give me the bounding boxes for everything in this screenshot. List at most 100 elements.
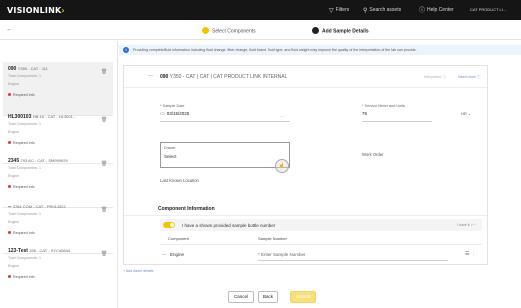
service-meter-input[interactable]: 75 <box>362 111 367 116</box>
filters-label: Filters <box>335 7 350 13</box>
service-meter-underline <box>362 121 432 122</box>
asset-component-type: Engine <box>8 130 20 134</box>
required-dot-icon <box>8 93 11 96</box>
table-header-rule <box>160 244 482 245</box>
asset-subtitle: HB-16 - CAT - HL3001... <box>32 114 77 119</box>
meter-unit-value: HR <box>461 111 467 116</box>
add-asset-details-link[interactable]: + Add Asset details <box>123 269 153 273</box>
required-dot-icon <box>8 275 11 278</box>
account-label: CAT PRODUCT LI... <box>470 7 507 12</box>
account-menu[interactable]: CAT PRODUCT LI... <box>470 7 506 13</box>
delete-icon[interactable]: 🗑 <box>101 251 107 257</box>
search-label: Search assets <box>369 7 402 13</box>
collapse-icon[interactable]: — <box>148 73 153 79</box>
required-info-badge: Required Info <box>8 93 35 97</box>
row-component-name: Engine <box>170 252 185 257</box>
search-assets-button[interactable]: ⚲ Search assets <box>363 7 401 14</box>
step-label: Select Components <box>212 28 256 35</box>
required-label: Required Info <box>13 275 35 279</box>
asset-subtitle: 793 AC - CAT - SM999929 <box>20 158 68 163</box>
wizard-stepper: ← Select Components Add Sample Details <box>0 20 521 40</box>
meter-unit-select[interactable]: HR ⌄ <box>461 111 471 116</box>
back-button[interactable]: Back <box>258 291 278 303</box>
asset-id: HL300103 <box>8 114 32 120</box>
service-meter-label: * Service Meter and Units <box>362 104 406 108</box>
asset-components-count: Total Components: 1 <box>8 212 41 216</box>
toggle-right-label[interactable]: I have it ✓ ^ <box>457 223 476 227</box>
asset-subtitle: Y350 - CAT - 111 <box>17 66 48 71</box>
step-label: Add Sample Details <box>322 28 369 35</box>
asset-subtitle: 3764 COM - CAT - PR014322 <box>12 204 66 209</box>
toggle-knob <box>170 223 174 227</box>
asset-card-title: 090 Y350 - CAT - 111 <box>8 66 48 72</box>
drawer-select[interactable]: Drawer Select <box>160 142 290 168</box>
required-info-badge: Required Info <box>8 185 35 189</box>
required-info-badge: Required Info <box>8 231 35 235</box>
asset-id: 123-Test <box>8 248 28 254</box>
step-select-components[interactable]: Select Components <box>202 27 256 35</box>
delete-icon[interactable]: 🗑 <box>101 69 107 75</box>
info-icon: i <box>123 47 129 53</box>
asset-card[interactable]: 123-Test 336 - CAT - SYC40844 Total Comp… <box>3 244 113 298</box>
more-icon[interactable]: ⋯ <box>280 114 285 120</box>
asset-card[interactable]: 090 Y350 - CAT - 111 Total Components: 1… <box>3 62 113 116</box>
card-asset-model: Y350 - CAT <box>169 74 196 80</box>
delete-icon[interactable]: 🗑 <box>101 117 107 123</box>
row-expand-icon[interactable]: — <box>162 252 167 257</box>
mouse-cursor-indicator: ☝ <box>275 159 289 173</box>
asset-components-count: Total Components: 1 <box>8 122 41 126</box>
asset-subtitle: 336 - CAT - SYC40844 <box>29 248 71 253</box>
column-header-sample-number: Sample Number <box>258 236 287 241</box>
required-dot-icon <box>8 231 11 234</box>
asset-card-title: 2345 793 AC - CAT - SM999929 <box>8 158 68 164</box>
arrow-left-icon[interactable]: ← <box>6 26 13 33</box>
card-asset-owner: | CAT | CAT PRODUCT LINK INTERNAL <box>196 74 288 80</box>
sample-date-underline <box>160 121 290 122</box>
row-actions: ☰ ⋮ <box>465 251 476 257</box>
submit-button[interactable]: Submit <box>290 291 316 303</box>
required-label: Required Info <box>13 141 35 145</box>
sample-number-underline <box>258 260 448 261</box>
asset-card-title: 123-Test 336 - CAT - SYC40844 <box>8 248 70 254</box>
card-header: — 090 Y350 - CAT | CAT | CAT PRODUCT LIN… <box>124 66 487 88</box>
asset-component-type: Engine <box>8 264 20 268</box>
search-icon: ⚲ <box>363 8 368 14</box>
sample-details-card: — 090 Y350 - CAT | CAT | CAT PRODUCT LIN… <box>123 65 488 265</box>
asset-component-type: Engine <box>8 174 20 178</box>
toggle-label: I have a shown provided sample bottle nu… <box>182 222 276 228</box>
calendar-icon: ▭ <box>160 111 165 117</box>
info-banner-text: Providing complete/fluid information inc… <box>133 48 417 52</box>
asset-component-type: Engine <box>8 82 20 86</box>
sample-date-value: 03/15/2025 <box>166 111 190 116</box>
help-label: Help Center <box>427 7 454 13</box>
delete-icon[interactable]: 🗑 <box>101 207 107 213</box>
interpreted-label: Interpreted ⓘ <box>424 75 446 79</box>
need-more-link[interactable]: Need more ⓘ <box>458 75 480 80</box>
asset-components-count: Total Components: 1 <box>8 166 41 170</box>
work-order-input[interactable]: Work Order <box>362 152 384 157</box>
asset-card-title: -- 3764 COM - CAT - PR014322 <box>8 204 66 210</box>
bottle-number-toggle[interactable] <box>163 222 175 228</box>
top-navigation-bar: VISIONLINK› ▽ Filters ⚲ Search assets ⓘ Hel… <box>0 0 521 20</box>
cancel-button[interactable]: Cancel <box>228 291 254 303</box>
visionlink-logo[interactable]: VISIONLINK› <box>7 6 65 15</box>
section-divider <box>124 215 487 216</box>
drawer-value: Select <box>164 154 177 159</box>
more-icon[interactable]: ⋮ <box>471 251 476 257</box>
list-icon[interactable]: ☰ <box>465 251 469 257</box>
sample-number-input[interactable]: * Enter Sample Number <box>258 252 306 257</box>
sample-date-label: * Sample Date <box>160 104 185 108</box>
filters-button[interactable]: ▽ Filters <box>329 7 349 14</box>
required-dot-icon <box>8 185 11 188</box>
help-center-button[interactable]: ⓘ Help Center <box>419 7 454 14</box>
last-known-location-input[interactable]: Last Known Location <box>160 178 199 183</box>
delete-icon[interactable]: 🗑 <box>101 161 107 167</box>
sample-date-input[interactable]: ▭ 03/15/2025 <box>160 111 189 117</box>
step-add-sample-details[interactable]: Add Sample Details <box>312 27 369 35</box>
asset-sidebar: 090 Y350 - CAT - 111 Total Components: 1… <box>0 41 118 308</box>
help-icon: ⓘ <box>419 8 426 14</box>
component-info-heading: Component Information <box>158 206 215 212</box>
drawer-label: Drawer <box>164 146 176 150</box>
required-info-badge: Required Info <box>8 141 35 145</box>
action-footer: Cancel Back Submit <box>119 286 521 308</box>
